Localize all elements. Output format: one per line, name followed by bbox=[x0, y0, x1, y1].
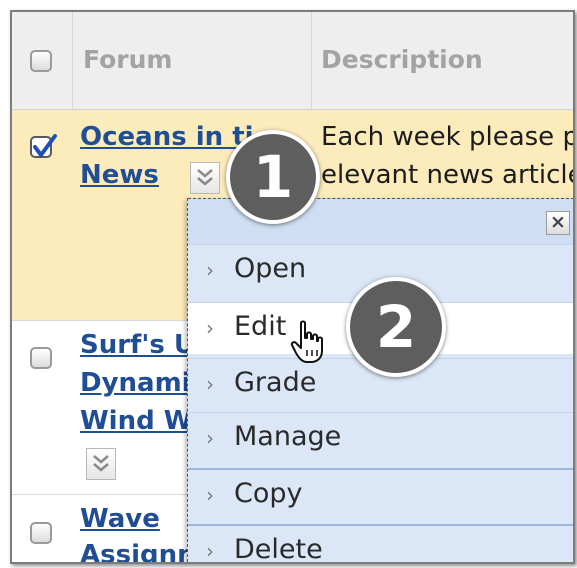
menu-item-label: Edit bbox=[234, 311, 287, 342]
forum-title-link-line2[interactable]: Assignm bbox=[80, 540, 204, 562]
chevron-right-icon: › bbox=[206, 539, 214, 563]
menu-item-label: Manage bbox=[234, 421, 342, 452]
column-separator bbox=[311, 12, 312, 109]
select-all-checkbox[interactable] bbox=[30, 50, 52, 72]
checkmark-icon bbox=[33, 134, 57, 157]
forum-title-link[interactable]: Surf's U bbox=[80, 330, 195, 360]
table-header: Forum Description bbox=[12, 12, 573, 110]
menu-item-manage[interactable]: › Manage bbox=[188, 412, 573, 464]
chevron-right-icon: › bbox=[206, 258, 214, 282]
item-options-button[interactable] bbox=[86, 448, 116, 480]
menu-item-label: Delete bbox=[234, 534, 323, 564]
hand-pointer-cursor-icon bbox=[290, 320, 323, 363]
forum-description-line2: elevant news article bbox=[321, 160, 575, 190]
description-column-header[interactable]: Description bbox=[321, 45, 483, 74]
chevron-right-icon: › bbox=[206, 426, 214, 450]
row-checkbox-checked[interactable] bbox=[30, 134, 57, 158]
row-checkbox[interactable] bbox=[30, 522, 52, 544]
row-checkbox[interactable] bbox=[30, 347, 52, 369]
forum-title-link[interactable]: Oceans in ti bbox=[80, 122, 254, 152]
step-1-badge: 1 bbox=[226, 130, 320, 224]
item-options-button[interactable] bbox=[190, 162, 220, 194]
forum-description: Each week please po bbox=[321, 122, 575, 152]
menu-item-label: Copy bbox=[234, 478, 303, 509]
close-menu-button[interactable]: × bbox=[546, 211, 570, 235]
forum-table-frame: Forum Description Oceans in ti News Each… bbox=[10, 10, 575, 564]
menu-item-label: Open bbox=[234, 253, 307, 284]
forum-title-link[interactable]: Wave bbox=[80, 504, 160, 534]
chevron-right-icon: › bbox=[206, 483, 214, 507]
menu-item-label: Grade bbox=[234, 367, 317, 398]
menu-item-copy[interactable]: › Copy bbox=[188, 468, 573, 521]
menu-item-delete[interactable]: › Delete bbox=[188, 524, 573, 564]
chevron-right-icon: › bbox=[206, 316, 214, 340]
double-chevron-down-icon bbox=[197, 169, 213, 186]
column-separator bbox=[72, 12, 73, 109]
step-2-badge: 2 bbox=[346, 277, 446, 377]
double-chevron-down-icon bbox=[93, 455, 109, 472]
forum-title-link-line2[interactable]: News bbox=[80, 160, 159, 190]
forum-column-header[interactable]: Forum bbox=[83, 45, 172, 74]
chevron-right-icon: › bbox=[206, 372, 214, 396]
context-menu: × › Open › Edit › Grade › Manage › Copy … bbox=[187, 198, 573, 564]
